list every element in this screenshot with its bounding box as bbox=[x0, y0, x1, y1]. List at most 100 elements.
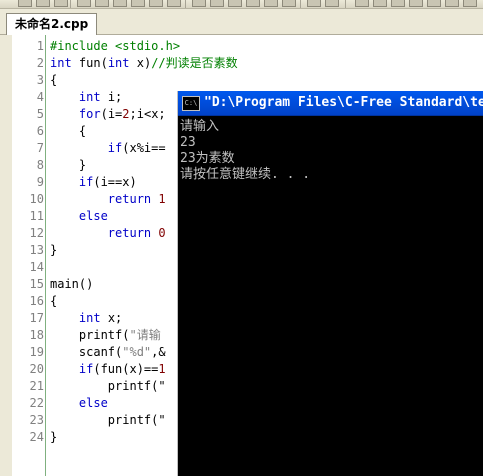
code-token: { bbox=[50, 73, 58, 87]
toolbar-button[interactable] bbox=[192, 0, 206, 7]
code-token: return bbox=[107, 226, 152, 240]
toolbar-button[interactable] bbox=[54, 0, 68, 7]
code-line: { bbox=[50, 293, 57, 310]
code-line: } bbox=[50, 429, 57, 446]
code-token: i; bbox=[100, 90, 123, 104]
console-title-bar[interactable]: C:\ "D:\Program Files\C-Free Standard\te bbox=[178, 91, 483, 116]
code-token: "%d" bbox=[122, 345, 152, 359]
line-number: 14 bbox=[29, 260, 44, 274]
code-line: else bbox=[50, 208, 108, 225]
line-number: 11 bbox=[29, 209, 44, 223]
main-toolbar bbox=[0, 0, 483, 9]
code-token: (x%i== bbox=[122, 141, 166, 155]
code-token: (fun(x)== bbox=[93, 362, 159, 376]
code-token: if bbox=[78, 175, 94, 189]
line-number: 1 bbox=[36, 39, 44, 53]
toolbar-separator bbox=[185, 0, 186, 8]
code-token: (i==x) bbox=[93, 175, 137, 189]
line-number: 23 bbox=[29, 413, 44, 427]
code-line: printf("请输 bbox=[50, 327, 161, 344]
toolbar-button[interactable] bbox=[210, 0, 224, 7]
toolbar-button[interactable] bbox=[409, 0, 423, 7]
code-token: int bbox=[78, 90, 101, 104]
toolbar-button[interactable] bbox=[325, 0, 339, 7]
code-token: 1 bbox=[158, 362, 166, 376]
line-number: 7 bbox=[36, 141, 44, 155]
console-app-icon: C:\ bbox=[182, 96, 200, 111]
toolbar-button[interactable] bbox=[113, 0, 127, 7]
code-line: main() bbox=[50, 276, 93, 293]
toolbar-separator bbox=[70, 0, 71, 8]
code-line: #include <stdio.h> bbox=[50, 38, 180, 55]
console-line: 请按任意键继续. . . bbox=[180, 167, 311, 182]
line-number: 13 bbox=[29, 243, 44, 257]
toolbar-button[interactable] bbox=[95, 0, 109, 7]
toolbar-button[interactable] bbox=[282, 0, 296, 7]
toolbar-button[interactable] bbox=[149, 0, 163, 7]
toolbar-button[interactable] bbox=[18, 0, 32, 7]
toolbar-button[interactable] bbox=[427, 0, 441, 7]
code-token: } bbox=[50, 430, 58, 444]
code-line: } bbox=[50, 157, 86, 174]
toolbar-button[interactable] bbox=[445, 0, 459, 7]
code-token: { bbox=[50, 294, 58, 308]
toolbar-button[interactable] bbox=[228, 0, 242, 7]
code-line: } bbox=[50, 242, 57, 259]
line-number: 20 bbox=[29, 362, 44, 376]
toolbar-button[interactable] bbox=[391, 0, 405, 7]
code-line: if(i==x) bbox=[50, 174, 137, 191]
code-line: if(x%i== bbox=[50, 140, 166, 157]
code-token: #include <stdio.h> bbox=[50, 39, 181, 53]
line-number: 5 bbox=[36, 107, 44, 121]
code-token: x; bbox=[100, 311, 123, 325]
toolbar-button[interactable] bbox=[463, 0, 477, 7]
toolbar-button[interactable] bbox=[307, 0, 321, 7]
toolbar-button[interactable] bbox=[131, 0, 145, 7]
toolbar-button[interactable] bbox=[167, 0, 181, 7]
code-token: { bbox=[50, 124, 87, 138]
line-number: 2 bbox=[36, 56, 44, 70]
toolbar-separator bbox=[345, 0, 346, 8]
code-token: int bbox=[107, 56, 130, 70]
toolbar-separator bbox=[300, 0, 301, 8]
code-line: { bbox=[50, 72, 57, 89]
code-line: scanf("%d",& bbox=[50, 344, 166, 361]
line-number: 16 bbox=[29, 294, 44, 308]
toolbar-button[interactable] bbox=[36, 0, 50, 7]
editor-tab-bar: 未命名2.cpp bbox=[0, 9, 483, 35]
code-token: else bbox=[78, 396, 108, 410]
code-token: scanf( bbox=[50, 345, 123, 359]
toolbar-button[interactable] bbox=[246, 0, 260, 7]
line-number: 12 bbox=[29, 226, 44, 240]
line-number: 10 bbox=[29, 192, 44, 206]
code-line: for(i=2;i<x; bbox=[50, 106, 166, 123]
code-line: int fun(int x)//判读是否素数 bbox=[50, 55, 238, 72]
code-token: printf(" bbox=[50, 413, 166, 427]
toolbar-button[interactable] bbox=[355, 0, 369, 7]
toolbar-button[interactable] bbox=[77, 0, 91, 7]
code-token: //判读是否素数 bbox=[151, 56, 238, 70]
line-number: 9 bbox=[36, 175, 44, 189]
code-token: ,& bbox=[151, 345, 166, 359]
console-window[interactable]: C:\ "D:\Program Files\C-Free Standard\te… bbox=[177, 91, 483, 476]
toolbar-button[interactable] bbox=[264, 0, 278, 7]
code-token: ;i<x; bbox=[129, 107, 166, 121]
toolbar-button[interactable] bbox=[373, 0, 387, 7]
code-token: (i= bbox=[100, 107, 123, 121]
code-token: main() bbox=[50, 277, 94, 291]
code-token: } bbox=[50, 243, 58, 257]
code-line: printf(" bbox=[50, 378, 166, 395]
code-token: printf( bbox=[50, 328, 130, 342]
line-number: 6 bbox=[36, 124, 44, 138]
line-number: 17 bbox=[29, 311, 44, 325]
code-token: int bbox=[50, 56, 72, 70]
file-tab[interactable]: 未命名2.cpp bbox=[6, 13, 98, 35]
code-line: int x; bbox=[50, 310, 122, 327]
code-token: else bbox=[78, 209, 108, 223]
